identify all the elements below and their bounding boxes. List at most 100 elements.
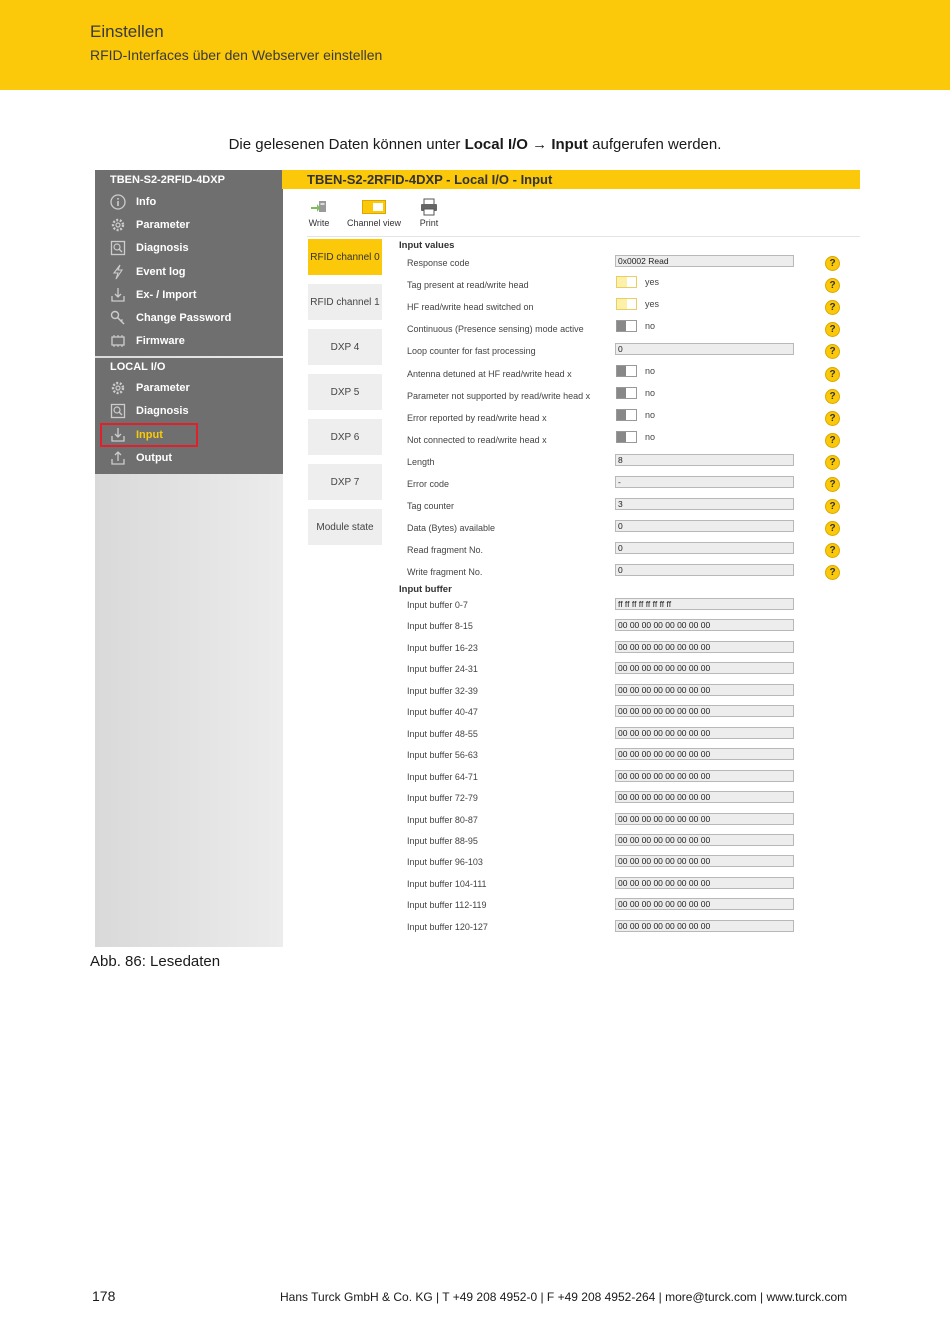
page-title: TBEN-S2-2RFID-4DXP - Local I/O - Input (282, 170, 860, 189)
help-icon[interactable]: ? (825, 454, 840, 470)
help-icon[interactable]: ? (825, 521, 840, 537)
input-values-title: Input values (399, 240, 455, 251)
field-label: Error code (407, 479, 450, 489)
buffer-value-box: 00 00 00 00 00 00 00 00 (615, 640, 794, 653)
help-icon[interactable]: ? (825, 388, 840, 404)
field-label: Length (407, 456, 435, 467)
help-icon[interactable]: ? (825, 344, 840, 360)
field-label: Continuous (Presence sensing) mode activ… (407, 324, 584, 335)
toggle-value: yes (645, 277, 660, 288)
write-button[interactable]: Write (305, 196, 333, 228)
sidebar-item-event-log[interactable]: Event log (109, 262, 279, 282)
field-label: Data (Bytes) available (407, 523, 496, 534)
field-value-box: 3 (615, 498, 794, 511)
arrow-right-icon: → (532, 136, 548, 153)
tab-module-state[interactable]: Module state (308, 509, 382, 545)
printer-icon (415, 196, 443, 218)
buffer-label: Input buffer 56-63 (407, 750, 478, 761)
help-icon[interactable]: ? (825, 565, 840, 581)
toggle-value: no (645, 321, 656, 332)
sidebar-item-change-password[interactable]: Change Password (109, 308, 279, 328)
help-icon[interactable]: ? (825, 477, 840, 492)
sidebar-item-info[interactable]: Info (109, 192, 279, 212)
field-value-box: 0x0002 Read (615, 255, 794, 267)
help-icon[interactable]: ? (825, 410, 840, 426)
field-label: Loop counter for fast processing (407, 346, 536, 357)
buffer-label: Input buffer 48-55 (407, 728, 478, 739)
help-icon[interactable]: ? (825, 256, 840, 271)
help-icon[interactable]: ? (825, 322, 840, 338)
help-icon[interactable]: ? (825, 300, 840, 316)
toggle-value: no (645, 409, 656, 420)
buffer-label: Input buffer 72-79 (407, 793, 478, 804)
toggle-switch (616, 364, 637, 377)
toolbar-divider (307, 236, 860, 237)
sidebar-item-label: Change Password (136, 312, 232, 324)
toggle-knob (617, 387, 626, 398)
field-label: Not connected to read/write head x (407, 434, 547, 445)
sidebar-item-parameter[interactable]: Parameter (109, 215, 279, 235)
footer-contact: Hans Turck GmbH & Co. KG | T +49 208 495… (280, 1290, 848, 1304)
section-subtitle: RFID-Interfaces über den Webserver einst… (90, 47, 383, 63)
buffer-label: Input buffer 80-87 (407, 814, 478, 825)
field-label: HF read/write head switched on (407, 302, 534, 313)
tab-rfid-channel-1[interactable]: RFID channel 1 (308, 284, 382, 320)
sidebar-item-diagnosis[interactable]: Diagnosis (109, 401, 279, 421)
field-value-box: 0 (615, 564, 794, 577)
help-icon[interactable]: ? (825, 278, 840, 294)
sidebar-item-firmware[interactable]: Firmware (109, 331, 279, 351)
input-buffer-title: Input buffer (399, 584, 452, 595)
import-export-icon (109, 286, 127, 304)
buffer-label: Input buffer 120-127 (407, 921, 488, 932)
buffer-label: Input buffer 0-7 (407, 600, 468, 610)
field-value-box: 0 (615, 520, 794, 533)
buffer-label: Input buffer 24-31 (407, 664, 478, 675)
page-header: Einstellen RFID-Interfaces über den Webs… (0, 0, 950, 90)
sidebar-item-diagnosis[interactable]: Diagnosis (109, 238, 279, 258)
local-io-title: LOCAL I/O (110, 361, 166, 373)
channel-view-button[interactable]: Channel view (342, 196, 406, 228)
sidebar-item-output[interactable]: Output (109, 448, 279, 468)
channel-view-label: Channel view (346, 218, 402, 228)
buffer-value-box: ff ff ff ff ff ff ff ff (615, 598, 794, 610)
buffer-label: Input buffer 32-39 (407, 685, 478, 696)
toggle-switch (616, 408, 637, 421)
buffer-label: Input buffer 8-15 (407, 621, 473, 632)
toggle-value: no (645, 387, 656, 398)
buffer-label: Input buffer 104-111 (407, 878, 487, 889)
toggle-value: no (645, 365, 656, 376)
help-icon[interactable]: ? (825, 432, 840, 448)
sidebar-item-parameter[interactable]: Parameter (109, 378, 279, 398)
toggle-value: yes (645, 299, 660, 310)
intro-local-io: Local I/O (464, 136, 528, 153)
toggle-knob (627, 277, 636, 288)
sidebar-item-label: Output (136, 451, 173, 464)
field-label: Response code (407, 258, 470, 268)
print-button[interactable]: Print (415, 196, 443, 228)
buffer-label: Input buffer 40-47 (407, 707, 478, 718)
field-label: Tag present at read/write head (407, 280, 529, 291)
tab-dxp-4[interactable]: DXP 4 (308, 329, 382, 365)
buffer-label: Input buffer 16-23 (407, 642, 478, 653)
webserver-screenshot: TBEN-S2-2RFID-4DXP Info Parameter Diagnosis… (95, 170, 860, 947)
toggle-knob (617, 409, 626, 420)
tab-dxp-5[interactable]: DXP 5 (308, 374, 382, 410)
buffer-value-box: 00 00 00 00 00 00 00 00 (615, 726, 794, 739)
buffer-value-box: 00 00 00 00 00 00 00 00 (615, 876, 794, 889)
buffer-value-box: 00 00 00 00 00 00 00 00 (615, 855, 794, 868)
help-icon[interactable]: ? (825, 366, 840, 382)
print-label: Print (419, 218, 439, 228)
tab-dxp-7[interactable]: DXP 7 (308, 464, 382, 500)
lightning-icon (109, 263, 127, 281)
tab-dxp-6[interactable]: DXP 6 (308, 419, 382, 455)
write-icon (305, 196, 333, 218)
field-label: Read fragment No. (407, 545, 484, 556)
help-icon[interactable]: ? (825, 499, 840, 515)
toggle-switch (616, 386, 637, 399)
sidebar-item-ex-import[interactable]: Ex- / Import (109, 285, 279, 305)
help-icon[interactable]: ? (825, 543, 840, 559)
buffer-label: Input buffer 112-119 (407, 900, 487, 911)
toggle-value: no (645, 431, 656, 442)
chapter-title: Einstellen (90, 22, 164, 41)
tab-rfid-channel-0[interactable]: RFID channel 0 (308, 239, 382, 275)
